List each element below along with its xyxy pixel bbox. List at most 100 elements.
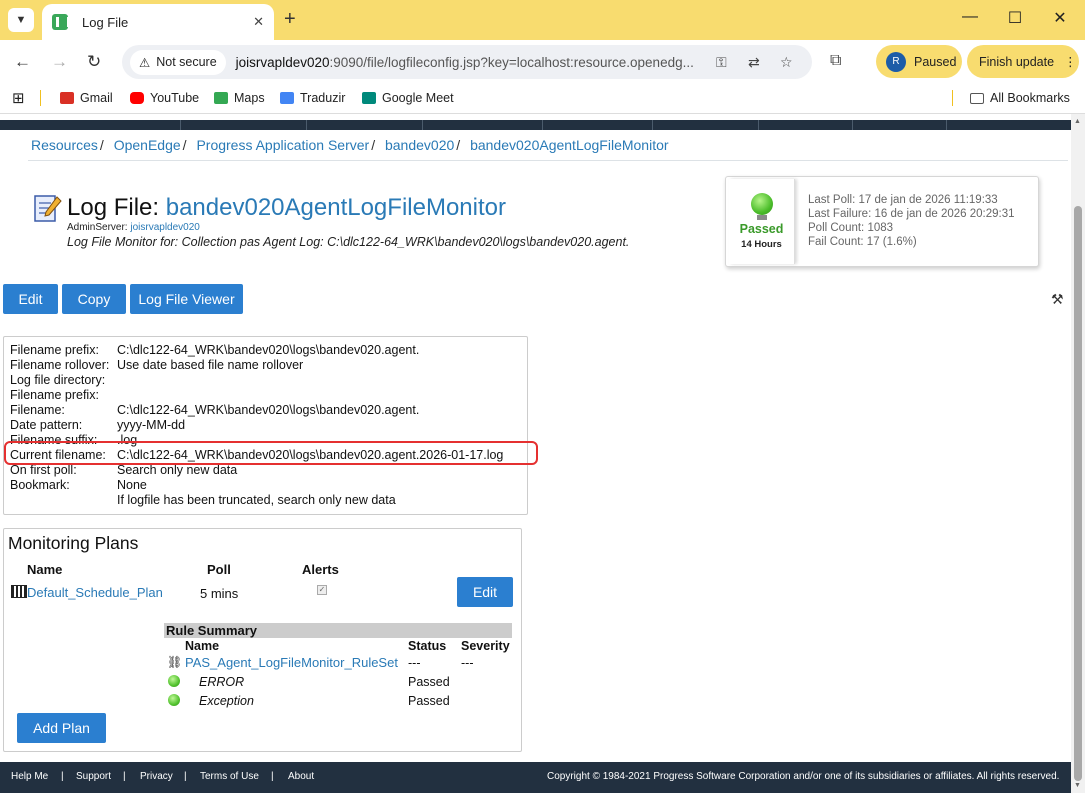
prop-value: C:\dlc122-64_WRK\bandev020\logs\bandev02…	[117, 343, 420, 357]
extensions-puzzle-icon[interactable]: ⧉	[830, 52, 841, 70]
monitor-description: Log File Monitor for: Collection pas Age…	[67, 235, 630, 249]
bookmarks-bar: ⊞ Gmail YouTube Maps Traduzir Google Mee…	[0, 84, 1085, 114]
footer-terms-link[interactable]: Terms of Use	[200, 771, 259, 782]
bookmark-youtube[interactable]: YouTube	[130, 91, 199, 105]
copy-button[interactable]: Copy	[62, 284, 126, 314]
prop-label: Bookmark:	[10, 478, 70, 492]
prop-row: Filename rollover: Use date based file na…	[10, 358, 303, 372]
maximize-icon[interactable]: ☐	[1005, 8, 1025, 28]
new-tab-button[interactable]: +	[284, 8, 296, 31]
admin-server-label: AdminServer:	[67, 222, 128, 233]
prop-label: On first poll:	[10, 463, 77, 477]
admin-server-line: AdminServer: joisrvapldev020	[67, 222, 200, 233]
prop-row: On first poll: Search only new data	[10, 463, 237, 477]
breadcrumb-divider	[28, 160, 1068, 161]
alerts-checkbox[interactable]: ✓	[317, 585, 327, 595]
rule-col-name: Name	[185, 639, 220, 653]
site-info-chip[interactable]: ⚠ Not secure	[130, 49, 226, 75]
fail-count: Fail Count: 17 (1.6%)	[808, 236, 917, 248]
add-plan-button[interactable]: Add Plan	[17, 713, 106, 743]
prop-value: If logfile has been truncated, search on…	[117, 493, 396, 507]
rule-summary-header: Rule Summary	[164, 623, 512, 638]
footer-support-link[interactable]: Support	[76, 771, 111, 782]
window-close-icon[interactable]: ✕	[1050, 8, 1070, 28]
key-icon[interactable]: ⚿	[716, 54, 727, 71]
url-path: :9090/file/logfileconfig.jsp?key=localho…	[329, 54, 694, 70]
browser-tab[interactable]: Log File ✕	[42, 4, 274, 40]
edit-button[interactable]: Edit	[3, 284, 58, 314]
bookmark-traduzir[interactable]: Traduzir	[280, 91, 345, 105]
address-bar[interactable]: ⚠ Not secure joisrvapldev020:9090/file/l…	[122, 45, 812, 79]
reload-icon[interactable]: ↻	[87, 52, 101, 72]
profile-status: Paused	[914, 54, 957, 69]
ruleset-link[interactable]: PAS_Agent_LogFileMonitor_RuleSet	[185, 655, 398, 670]
prop-value: C:\dlc122-64_WRK\bandev020\logs\bandev02…	[117, 403, 420, 417]
status-card: Passed 14 Hours Last Poll: 17 de jan de …	[725, 176, 1039, 267]
breadcrumb-pas[interactable]: Progress Application Server	[196, 137, 369, 153]
bookmark-maps[interactable]: Maps	[214, 91, 265, 105]
properties-panel: Filename prefix: C:\dlc122-64_WRK\bandev0…	[3, 336, 538, 515]
url-text[interactable]: joisrvapldev020:9090/file/logfileconfig.…	[236, 55, 694, 70]
google-meet-icon	[362, 92, 376, 104]
all-bookmarks-button[interactable]: All Bookmarks	[970, 91, 1070, 105]
tab-search-chevron-icon[interactable]: ▼	[8, 8, 34, 32]
warning-triangle-icon: ⚠	[139, 55, 151, 70]
breadcrumb-openedge[interactable]: OpenEdge	[114, 137, 181, 153]
bookmark-gmail[interactable]: Gmail	[60, 91, 113, 105]
bookmark-separator	[40, 90, 41, 106]
page-content: Resources / OpenEdge / Progress Applicatio…	[0, 114, 1071, 762]
prop-label: Date pattern:	[10, 418, 83, 432]
page-title: Log File: bandev020AgentLogFileMonitor	[67, 194, 506, 222]
translate-icon[interactable]: ⇄	[748, 54, 760, 71]
apps-grid-icon[interactable]: ⊞	[12, 89, 25, 107]
prop-row: Filename prefix: C:\dlc122-64_WRK\bandev0…	[10, 343, 419, 357]
bookmark-star-icon[interactable]: ☆	[780, 54, 793, 71]
tools-icon[interactable]: ⚒	[1051, 291, 1064, 308]
profile-button[interactable]: R Paused	[876, 45, 962, 78]
finish-update-button[interactable]: Finish update ⋮	[967, 45, 1079, 78]
plan-edit-button[interactable]: Edit	[457, 577, 513, 607]
bulb-base	[756, 215, 767, 220]
breadcrumb-resources[interactable]: Resources	[31, 137, 98, 153]
col-header-poll: Poll	[207, 562, 231, 577]
minimize-icon[interactable]: —	[960, 8, 980, 26]
prop-row: Filename: C:\dlc122-64_WRK\bandev020\logs…	[10, 403, 419, 417]
bookmark-label: Google Meet	[382, 91, 454, 105]
url-host: joisrvapldev020	[235, 54, 330, 70]
page-scrollbar[interactable]: ▲ ▼	[1071, 114, 1085, 793]
status-indicator[interactable]: Passed 14 Hours	[729, 179, 795, 264]
plan-name-link[interactable]: Default_Schedule_Plan	[27, 585, 163, 600]
footer-privacy-link[interactable]: Privacy	[140, 771, 173, 782]
scroll-down-icon[interactable]: ▼	[1074, 782, 1081, 789]
prop-value: Search only new data	[117, 463, 238, 477]
prop-row: If logfile has been truncated, search on…	[10, 493, 396, 507]
all-bookmarks-label: All Bookmarks	[990, 91, 1070, 105]
back-arrow-icon[interactable]: ←	[14, 52, 31, 72]
footer-copyright: Copyright © 1984-2021 Progress Software …	[547, 771, 1060, 782]
rule-name: Exception	[199, 694, 254, 708]
status-details: Last Poll: 17 de jan de 2026 11:19:33 La…	[808, 193, 1015, 249]
breadcrumb-monitor[interactable]: bandev020AgentLogFileMonitor	[470, 137, 668, 153]
admin-server-link[interactable]: joisrvapldev020	[130, 222, 200, 233]
footer-help-link[interactable]: Help Me	[11, 771, 48, 782]
maps-icon	[214, 92, 228, 104]
rule-col-severity: Severity	[461, 639, 510, 653]
forward-arrow-icon[interactable]: →	[51, 52, 68, 72]
log-file-viewer-button[interactable]: Log File Viewer	[130, 284, 243, 314]
col-header-alerts: Alerts	[302, 562, 339, 577]
rule-name: ERROR	[199, 675, 245, 689]
scrollbar-thumb[interactable]	[1074, 206, 1082, 781]
breadcrumb-bandev020[interactable]: bandev020	[385, 137, 454, 153]
prop-row: Date pattern: yyyy-MM-dd	[10, 418, 185, 432]
last-failure: Last Failure: 16 de jan de 2026 20:29:31	[808, 208, 1015, 220]
more-menu-icon[interactable]: ⋮	[1064, 54, 1077, 69]
footer-about-link[interactable]: About	[288, 771, 314, 782]
bookmark-google-meet[interactable]: Google Meet	[362, 91, 454, 105]
tab-close-icon[interactable]: ✕	[253, 14, 264, 30]
browser-titlebar: ▼ Log File ✕ + — ☐ ✕	[0, 0, 1085, 40]
bookmark-label: YouTube	[150, 91, 200, 105]
scroll-up-icon[interactable]: ▲	[1074, 118, 1081, 125]
prop-value: Use date based file name rollover	[117, 358, 304, 372]
ruleset-icon: ⛓	[167, 655, 183, 669]
bookmark-label: Maps	[234, 91, 265, 105]
